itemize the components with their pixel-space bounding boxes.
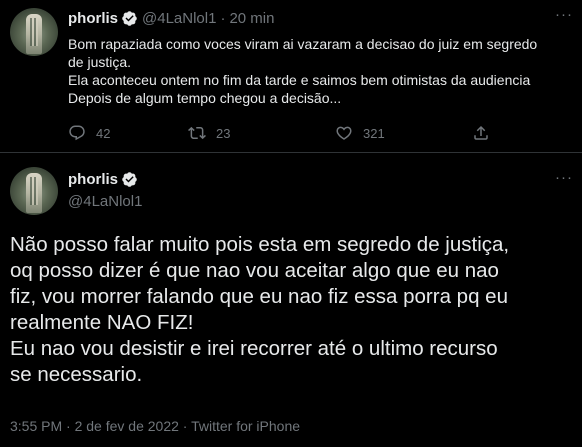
display-name[interactable]: phorlis <box>68 171 118 188</box>
retweet-button[interactable]: 23 <box>188 124 230 142</box>
like-icon <box>336 126 352 140</box>
reply-count: 42 <box>96 125 111 141</box>
tweet-text-line: fiz, vou morrer falando que eu nao fiz e… <box>10 285 508 308</box>
tweet-text: Bom rapaziada como voces viram ai vazara… <box>68 35 568 107</box>
reply-button[interactable]: 42 <box>68 124 110 142</box>
tweet-text-line: realmente NAO FIZ! <box>10 311 194 334</box>
retweet-count: 23 <box>216 125 231 141</box>
tweet-text-line: oq posso dizer é que nao vou aceitar alg… <box>10 259 499 282</box>
separator: · <box>220 10 226 27</box>
tweet-text-line: Ela aconteceu ontem no fim da tarde e sa… <box>68 72 531 88</box>
tweet-text: Não posso falar muito pois esta em segre… <box>10 232 580 388</box>
timestamp[interactable]: 20 min <box>229 10 274 27</box>
handle[interactable]: @4LaNlol1 <box>142 10 216 27</box>
avatar[interactable] <box>10 167 58 215</box>
share-icon <box>474 125 488 140</box>
retweet-icon <box>188 126 206 140</box>
share-button[interactable] <box>472 124 500 142</box>
like-count: 321 <box>363 125 385 141</box>
verified-icon <box>122 11 137 26</box>
tweet-header: phorlis @4LaNlol1 · 20 min <box>68 10 274 27</box>
verified-icon <box>122 172 137 187</box>
tweet-header: phorlis <box>68 171 138 188</box>
tweet-text-line: se necessario. <box>10 363 143 386</box>
like-button[interactable]: 321 <box>335 124 385 142</box>
more-icon[interactable]: ··· <box>555 6 573 23</box>
avatar[interactable] <box>10 8 58 56</box>
tweet-text-line: de justiça. <box>68 54 132 70</box>
display-name[interactable]: phorlis <box>68 10 118 27</box>
more-icon[interactable]: ··· <box>555 169 573 186</box>
reply-tweet[interactable]: phorlis @4LaNlol1 · 20 min ··· Bom rapaz… <box>0 0 582 152</box>
handle[interactable]: @4LaNlol1 <box>68 193 142 210</box>
tweet-text-line: Não posso falar muito pois esta em segre… <box>10 233 510 256</box>
reply-icon <box>69 125 85 141</box>
tweet-text-line: Depois de algum tempo chegou a decisão..… <box>68 90 342 106</box>
tweet-text-line: Bom rapaziada como voces viram ai vazara… <box>68 36 538 52</box>
tweet-meta[interactable]: 3:55 PM · 2 de fev de 2022 · Twitter for… <box>10 418 300 434</box>
tweet-text-line: Eu nao vou desistir e irei recorrer até … <box>10 337 498 360</box>
divider <box>0 152 582 153</box>
